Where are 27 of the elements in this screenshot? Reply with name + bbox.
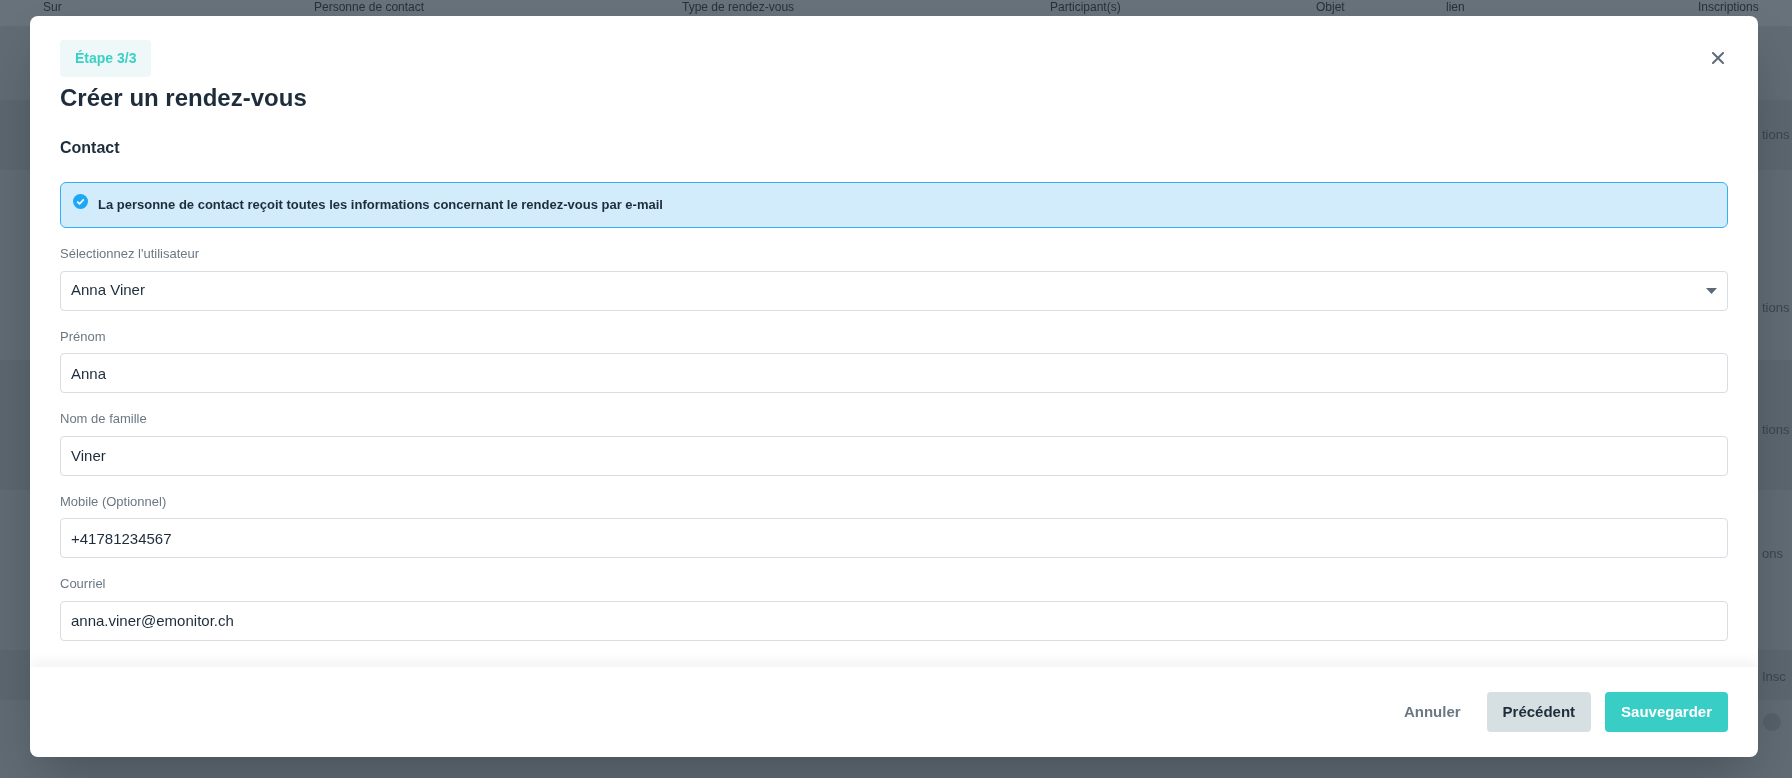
user-select[interactable]: Anna Viner	[60, 270, 1728, 311]
field-label: Nom de famille	[60, 410, 148, 428]
field-label: Mobile (Optionnel)	[60, 492, 168, 511]
column-header: Type de rendez-vous	[682, 0, 795, 15]
field-label: Courriel	[60, 575, 107, 593]
cancel-button[interactable]: Annuler	[1391, 692, 1473, 732]
field-label: Prénom	[60, 327, 107, 346]
previous-button[interactable]: Précédent	[1486, 692, 1592, 732]
dialog-title: Créer un rendez-vous	[60, 83, 308, 113]
close-icon	[1712, 52, 1724, 64]
column-header: Sur	[43, 0, 62, 15]
input-field[interactable]: Viner	[60, 435, 1728, 476]
check-circle-icon	[73, 193, 88, 209]
column-header: Objet	[1316, 0, 1345, 15]
field-label: Sélectionnez l'utilisateur	[60, 245, 201, 263]
column-header: Inscriptions	[1698, 0, 1759, 15]
input-field[interactable]: Anna	[60, 353, 1728, 393]
caret-icon	[1706, 287, 1717, 294]
column-header: Personne de contact	[314, 0, 425, 15]
section-heading: Contact	[60, 138, 121, 158]
input-field[interactable]: +41781234567	[60, 518, 1728, 558]
column-header: lien	[1446, 0, 1465, 15]
column-header: Participant(s)	[1050, 0, 1121, 15]
info-message: La personne de contact reçoit toutes les informations concernant le rendez-vous par e-mail	[98, 196, 663, 215]
input-field[interactable]: anna.viner@emonitor.ch	[60, 600, 1728, 641]
selected-value: Anna Viner	[71, 280, 145, 301]
step-badge: Étape 3/3	[60, 40, 152, 77]
